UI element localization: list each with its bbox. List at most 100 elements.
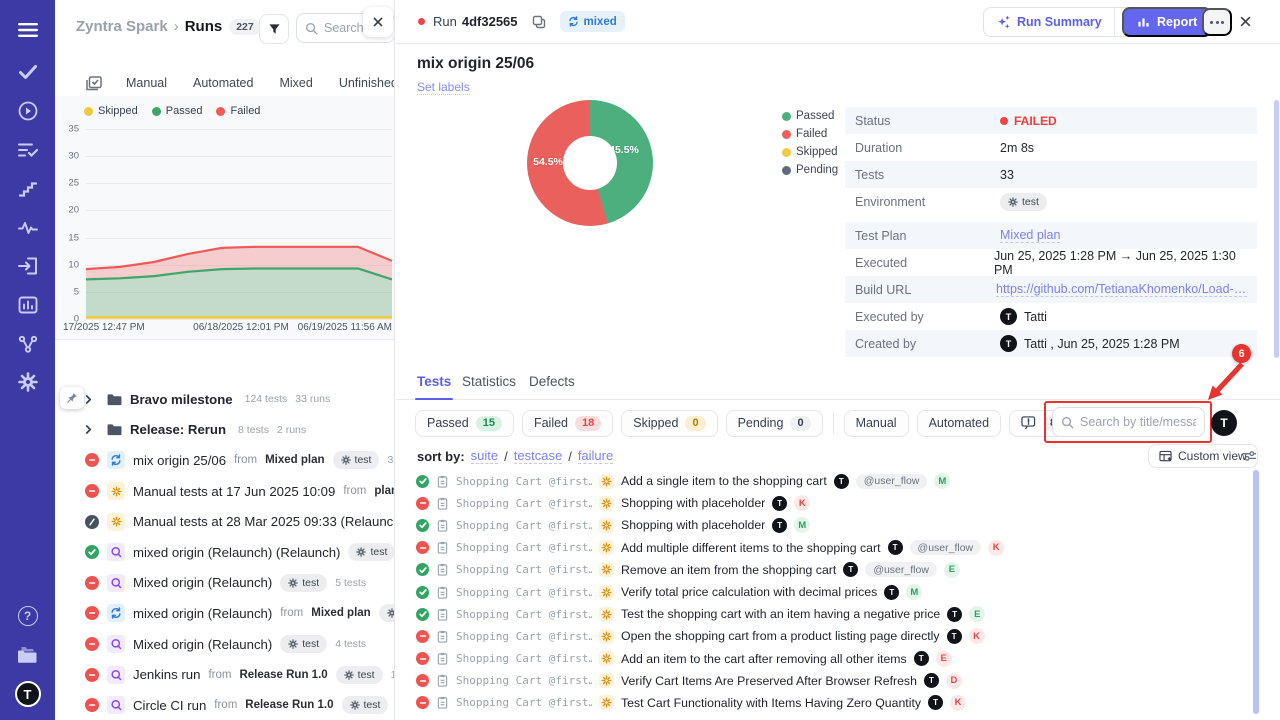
filter-manual[interactable]: Manual [844, 410, 909, 437]
page-scrollbar[interactable] [1274, 100, 1279, 358]
test-row[interactable]: Shopping Cart @first…Add multiple differ… [416, 537, 1256, 559]
tab-tests[interactable]: Tests [417, 374, 451, 389]
activity-icon[interactable] [18, 221, 38, 235]
test-tag[interactable]: @user_flow [910, 540, 982, 555]
status-failed-icon [416, 541, 429, 554]
pin-tooltip[interactable] [60, 387, 84, 409]
test-row[interactable]: Shopping Cart @first…Shopping with place… [416, 514, 1256, 536]
test-tag[interactable]: @user_flow [865, 562, 937, 577]
run-row[interactable]: Mixed origin (Relaunch)test4 tests [55, 629, 395, 660]
dashboard-icon[interactable] [18, 297, 37, 314]
login-icon[interactable] [18, 257, 38, 275]
breadcrumb-app[interactable]: Zyntra Spark [76, 18, 168, 35]
test-row[interactable]: Shopping Cart @first…Verify Cart Items A… [416, 670, 1256, 692]
legend-item[interactable]: Skipped [84, 105, 138, 117]
run-row[interactable]: mix origin 25/06fromMixed plantest33 tes… [55, 445, 395, 476]
tab-defects[interactable]: Defects [529, 374, 575, 389]
detail-link[interactable]: Mixed plan [1000, 228, 1060, 243]
sort-by-failure[interactable]: failure [578, 448, 613, 464]
test-title[interactable]: Add an item to the cart after removing a… [621, 652, 907, 666]
donut-legend-item[interactable]: Skipped [782, 146, 838, 158]
test-row[interactable]: Shopping Cart @first…Add an item to the … [416, 648, 1256, 670]
settings-icon[interactable] [18, 372, 38, 392]
chevron-right-icon[interactable] [85, 394, 99, 405]
test-title[interactable]: Shopping with placeholder [621, 518, 765, 532]
run-row[interactable]: Mixed origin (Relaunch)test5 tests [55, 568, 395, 599]
test-title[interactable]: Shopping with placeholder [621, 496, 765, 510]
test-list-icon[interactable] [18, 142, 38, 158]
donut-legend-item[interactable]: Pending [782, 164, 838, 176]
run-details-table: StatusFAILEDDuration2m 8sTests33Environm… [845, 107, 1257, 357]
test-row[interactable]: Shopping Cart @first…Test the shopping c… [416, 603, 1256, 625]
tab-statistics[interactable]: Statistics [462, 374, 516, 389]
test-title[interactable]: Verify total price calculation with deci… [621, 585, 877, 599]
column-settings-icon[interactable] [1242, 449, 1257, 463]
filter-passed[interactable]: Passed15 [415, 410, 514, 437]
run-row[interactable]: mixed origin (Relaunch)fromMixed plantes… [55, 598, 395, 629]
legend-item[interactable]: Failed [216, 105, 260, 117]
test-title[interactable]: Add multiple different items to the shop… [621, 541, 881, 555]
sort-by-suite[interactable]: suite [471, 448, 498, 464]
tests-scrollbar[interactable] [1253, 470, 1259, 714]
test-row[interactable]: Shopping Cart @first…Add a single item t… [416, 470, 1256, 492]
sort-by-testcase[interactable]: testcase [514, 448, 562, 464]
menu-icon[interactable] [18, 22, 38, 38]
test-row[interactable]: Shopping Cart @first…Test Cart Functiona… [416, 692, 1256, 714]
tests-search-input[interactable] [1080, 415, 1196, 429]
test-title[interactable]: Add a single item to the shopping cart [621, 474, 827, 488]
check-icon[interactable] [18, 65, 37, 80]
play-circle-icon[interactable] [18, 101, 38, 121]
filter-label: Failed [534, 416, 568, 430]
milestones-icon[interactable] [18, 181, 37, 197]
run-row[interactable]: Manual tests at 28 Mar 2025 09:33 (Relau… [55, 506, 395, 537]
tab-automated[interactable]: Automated [193, 76, 253, 90]
panel-close-button[interactable] [363, 7, 393, 37]
run-folder-row[interactable]: Bravo milestone124 tests33 runs [55, 384, 395, 415]
test-title[interactable]: Verify Cart Items Are Preserved After Br… [621, 674, 917, 688]
filter-automated[interactable]: Automated [917, 410, 1001, 437]
tab-mixed[interactable]: Mixed [279, 76, 312, 90]
tab-manual[interactable]: Manual [126, 76, 167, 90]
user-avatar: T [1000, 335, 1017, 352]
chevron-right-icon[interactable] [85, 424, 99, 435]
test-row[interactable]: Shopping Cart @first… Remove an item from… [416, 559, 1256, 581]
test-tag[interactable]: @user_flow [856, 474, 928, 489]
run-row[interactable]: Jenkins runfromRelease Run 1.0test13 tes… [55, 659, 395, 690]
run-row[interactable]: Manual tests at 17 Jun 2025 10:09frompla… [55, 476, 395, 507]
test-suite: Shopping Cart @first… [456, 563, 592, 576]
run-row[interactable]: mixed origin (Relaunch) (Relaunch)test [55, 537, 395, 568]
assignee-avatar[interactable]: T [1211, 410, 1237, 436]
set-labels-link[interactable]: Set labels [417, 80, 470, 95]
test-title[interactable]: Open the shopping cart from a product li… [621, 629, 940, 643]
integrations-icon[interactable] [18, 335, 37, 353]
filter-button[interactable] [259, 14, 289, 44]
test-title[interactable]: Test the shopping cart with an item havi… [621, 607, 940, 621]
test-row[interactable]: Shopping Cart @first…Open the shopping c… [416, 625, 1256, 647]
owner-badge: E [936, 651, 952, 667]
tests-search[interactable] [1052, 407, 1205, 437]
run-select-icon[interactable] [86, 76, 102, 91]
projects-icon[interactable] [17, 647, 38, 664]
environment-chip[interactable]: test [1000, 193, 1047, 211]
run-folder-row[interactable]: Release: Rerun8 tests2 runs [55, 415, 395, 446]
run-row[interactable]: Circle CI runfromRelease Run 1.0test13 t… [55, 690, 395, 720]
test-row[interactable]: Shopping Cart @first…Verify total price … [416, 581, 1256, 603]
test-row[interactable]: Shopping Cart @first…Shopping with place… [416, 492, 1256, 514]
help-icon[interactable]: ? [18, 606, 38, 626]
tab-unfinished[interactable]: Unfinished [339, 76, 395, 90]
copy-icon[interactable] [532, 15, 546, 29]
close-run-icon[interactable] [1239, 15, 1252, 28]
filter-failed[interactable]: Failed18 [522, 410, 613, 437]
filter-pending[interactable]: Pending0 [726, 410, 823, 437]
filter-skipped[interactable]: Skipped0 [621, 410, 717, 437]
test-title[interactable]: Remove an item from the shopping cart [621, 563, 836, 577]
detail-link[interactable]: https://github.com/TetianaKhomenko/Load-… [996, 282, 1247, 297]
test-title[interactable]: Test Cart Functionality with Items Havin… [621, 696, 921, 710]
donut-legend-item[interactable]: Failed [782, 128, 838, 140]
more-actions-button[interactable] [1202, 8, 1232, 36]
report-button[interactable]: Report [1122, 7, 1212, 37]
legend-item[interactable]: Passed [152, 105, 203, 117]
owner-badge: D [946, 673, 962, 689]
donut-legend-item[interactable]: Passed [782, 110, 838, 122]
user-avatar[interactable]: T [15, 681, 41, 707]
